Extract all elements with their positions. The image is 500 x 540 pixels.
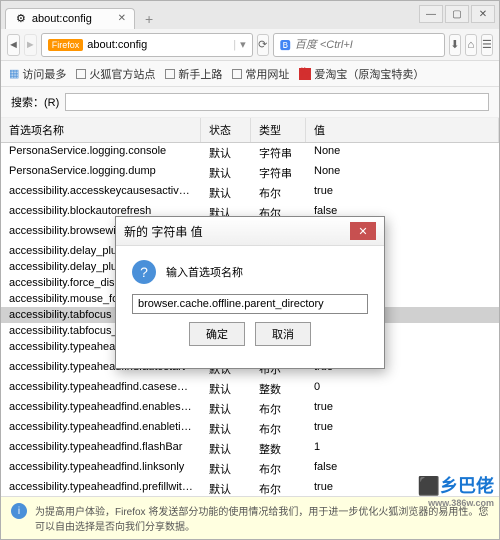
dialog-close-button[interactable]: ✕ — [350, 222, 376, 240]
url-bar[interactable]: Firefox | ▾ — [41, 33, 253, 57]
dialog-input[interactable] — [132, 294, 368, 314]
new-string-dialog: 新的 字符串 值 ✕ ? 输入首选项名称 确定 取消 — [115, 216, 385, 369]
menu-button[interactable]: ☰ — [481, 34, 493, 56]
col-value[interactable]: 值 — [306, 118, 499, 142]
table-row[interactable]: accessibility.typeaheadfind.enabletimeou… — [1, 419, 499, 439]
table-row[interactable]: PersonaService.logging.console默认字符串None — [1, 143, 499, 163]
question-icon: ? — [132, 260, 156, 284]
firefox-badge-icon: Firefox — [48, 39, 84, 51]
ok-button[interactable]: 确定 — [189, 322, 245, 346]
table-row[interactable]: PersonaService.logging.dump默认字符串None — [1, 163, 499, 183]
close-tab-icon[interactable]: ✕ — [118, 13, 126, 24]
window-controls: — ▢ ✕ — [419, 5, 495, 23]
table-row[interactable]: accessibility.typeaheadfind.enablesound默… — [1, 399, 499, 419]
col-status[interactable]: 状态 — [201, 118, 251, 142]
bookmarks-bar: ▦访问最多 火狐官方站点 新手上路 常用网址 淘爱淘宝（原淘宝特卖） — [1, 61, 499, 87]
dialog-titlebar: 新的 字符串 值 ✕ — [116, 217, 384, 246]
pref-search-input[interactable] — [65, 93, 489, 111]
search-input[interactable] — [295, 39, 438, 51]
taobao-icon: 淘 — [299, 68, 311, 80]
cancel-button[interactable]: 取消 — [255, 322, 311, 346]
search-engine-icon: 🅱 — [280, 37, 291, 53]
home-button[interactable]: ⌂ — [465, 34, 477, 56]
tab-aboutconfig[interactable]: ⚙ about:config ✕ — [5, 8, 135, 29]
table-row[interactable]: accessibility.typeaheadfind.casesensitiv… — [1, 379, 499, 399]
minimize-button[interactable]: — — [419, 5, 443, 23]
dialog-prompt: 输入首选项名称 — [166, 264, 243, 280]
dialog-title: 新的 字符串 值 — [124, 223, 203, 240]
bookmark-most-visited[interactable]: ▦访问最多 — [9, 66, 66, 82]
table-row[interactable]: accessibility.typeaheadfind.flashBar默认整数… — [1, 439, 499, 459]
table-header: 首选项名称 状态 类型 值 — [1, 118, 499, 143]
bookmark-official[interactable]: 火狐官方站点 — [76, 66, 155, 82]
search-label: 搜索：(R) — [11, 94, 59, 110]
info-icon: i — [11, 503, 27, 519]
nav-toolbar: ◄ ► Firefox | ▾ ⟳ 🅱 ⬇ ⌂ ☰ — [1, 29, 499, 61]
bookmark-common[interactable]: 常用网址 — [232, 66, 289, 82]
watermark: ⬛乡巴佬 www.386w.com — [418, 472, 494, 508]
pref-search-row: 搜索：(R) — [1, 87, 499, 118]
forward-button[interactable]: ► — [24, 34, 37, 56]
close-window-button[interactable]: ✕ — [471, 5, 495, 23]
maximize-button[interactable]: ▢ — [445, 5, 469, 23]
reload-button[interactable]: ⟳ — [257, 34, 269, 56]
url-input[interactable] — [87, 39, 229, 51]
dropdown-icon[interactable]: ▾ — [240, 38, 246, 51]
back-button[interactable]: ◄ — [7, 34, 20, 56]
col-type[interactable]: 类型 — [251, 118, 306, 142]
search-bar[interactable]: 🅱 — [273, 33, 445, 57]
tab-bar: ⚙ about:config ✕ + — ▢ ✕ — [1, 1, 499, 29]
bookmark-newbie[interactable]: 新手上路 — [165, 66, 222, 82]
col-name[interactable]: 首选项名称 — [1, 118, 201, 142]
table-row[interactable]: accessibility.accesskeycausesactivation默… — [1, 183, 499, 203]
bookmark-taobao[interactable]: 淘爱淘宝（原淘宝特卖） — [299, 66, 424, 82]
downloads-button[interactable]: ⬇ — [449, 34, 461, 56]
tab-title: about:config — [32, 13, 92, 25]
tab-favicon: ⚙ — [16, 12, 26, 25]
new-tab-button[interactable]: + — [139, 9, 159, 29]
